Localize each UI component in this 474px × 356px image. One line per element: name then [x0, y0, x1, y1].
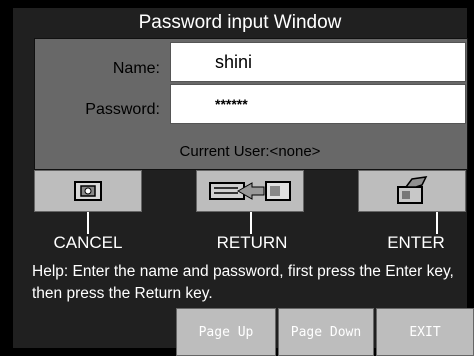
enter-icon	[392, 175, 432, 207]
name-label: Name:	[112, 60, 160, 77]
return-lead-line	[250, 212, 252, 234]
page-down-button[interactable]: Page Down	[278, 308, 374, 356]
help-text: Help: Enter the name and password, first…	[32, 263, 454, 302]
password-field[interactable]: ******	[170, 84, 466, 124]
enter-caption: ENTER	[387, 233, 445, 252]
return-button[interactable]	[196, 170, 304, 212]
current-user-text: Current User:<none>	[179, 143, 321, 160]
window-title: Password input Window	[138, 12, 342, 33]
password-label: Password:	[85, 101, 160, 118]
enter-button[interactable]	[358, 170, 466, 212]
enter-lead-line	[436, 212, 438, 234]
cancel-caption: CANCEL	[53, 233, 123, 252]
exit-button[interactable]: EXIT	[376, 308, 474, 356]
page-up-button[interactable]: Page Up	[176, 308, 276, 356]
cancel-icon	[71, 178, 105, 204]
cancel-lead-line	[87, 212, 89, 234]
return-caption: RETURN	[216, 233, 288, 252]
return-icon	[208, 177, 292, 205]
cancel-button[interactable]	[34, 170, 142, 212]
name-field[interactable]: shini	[170, 42, 466, 82]
